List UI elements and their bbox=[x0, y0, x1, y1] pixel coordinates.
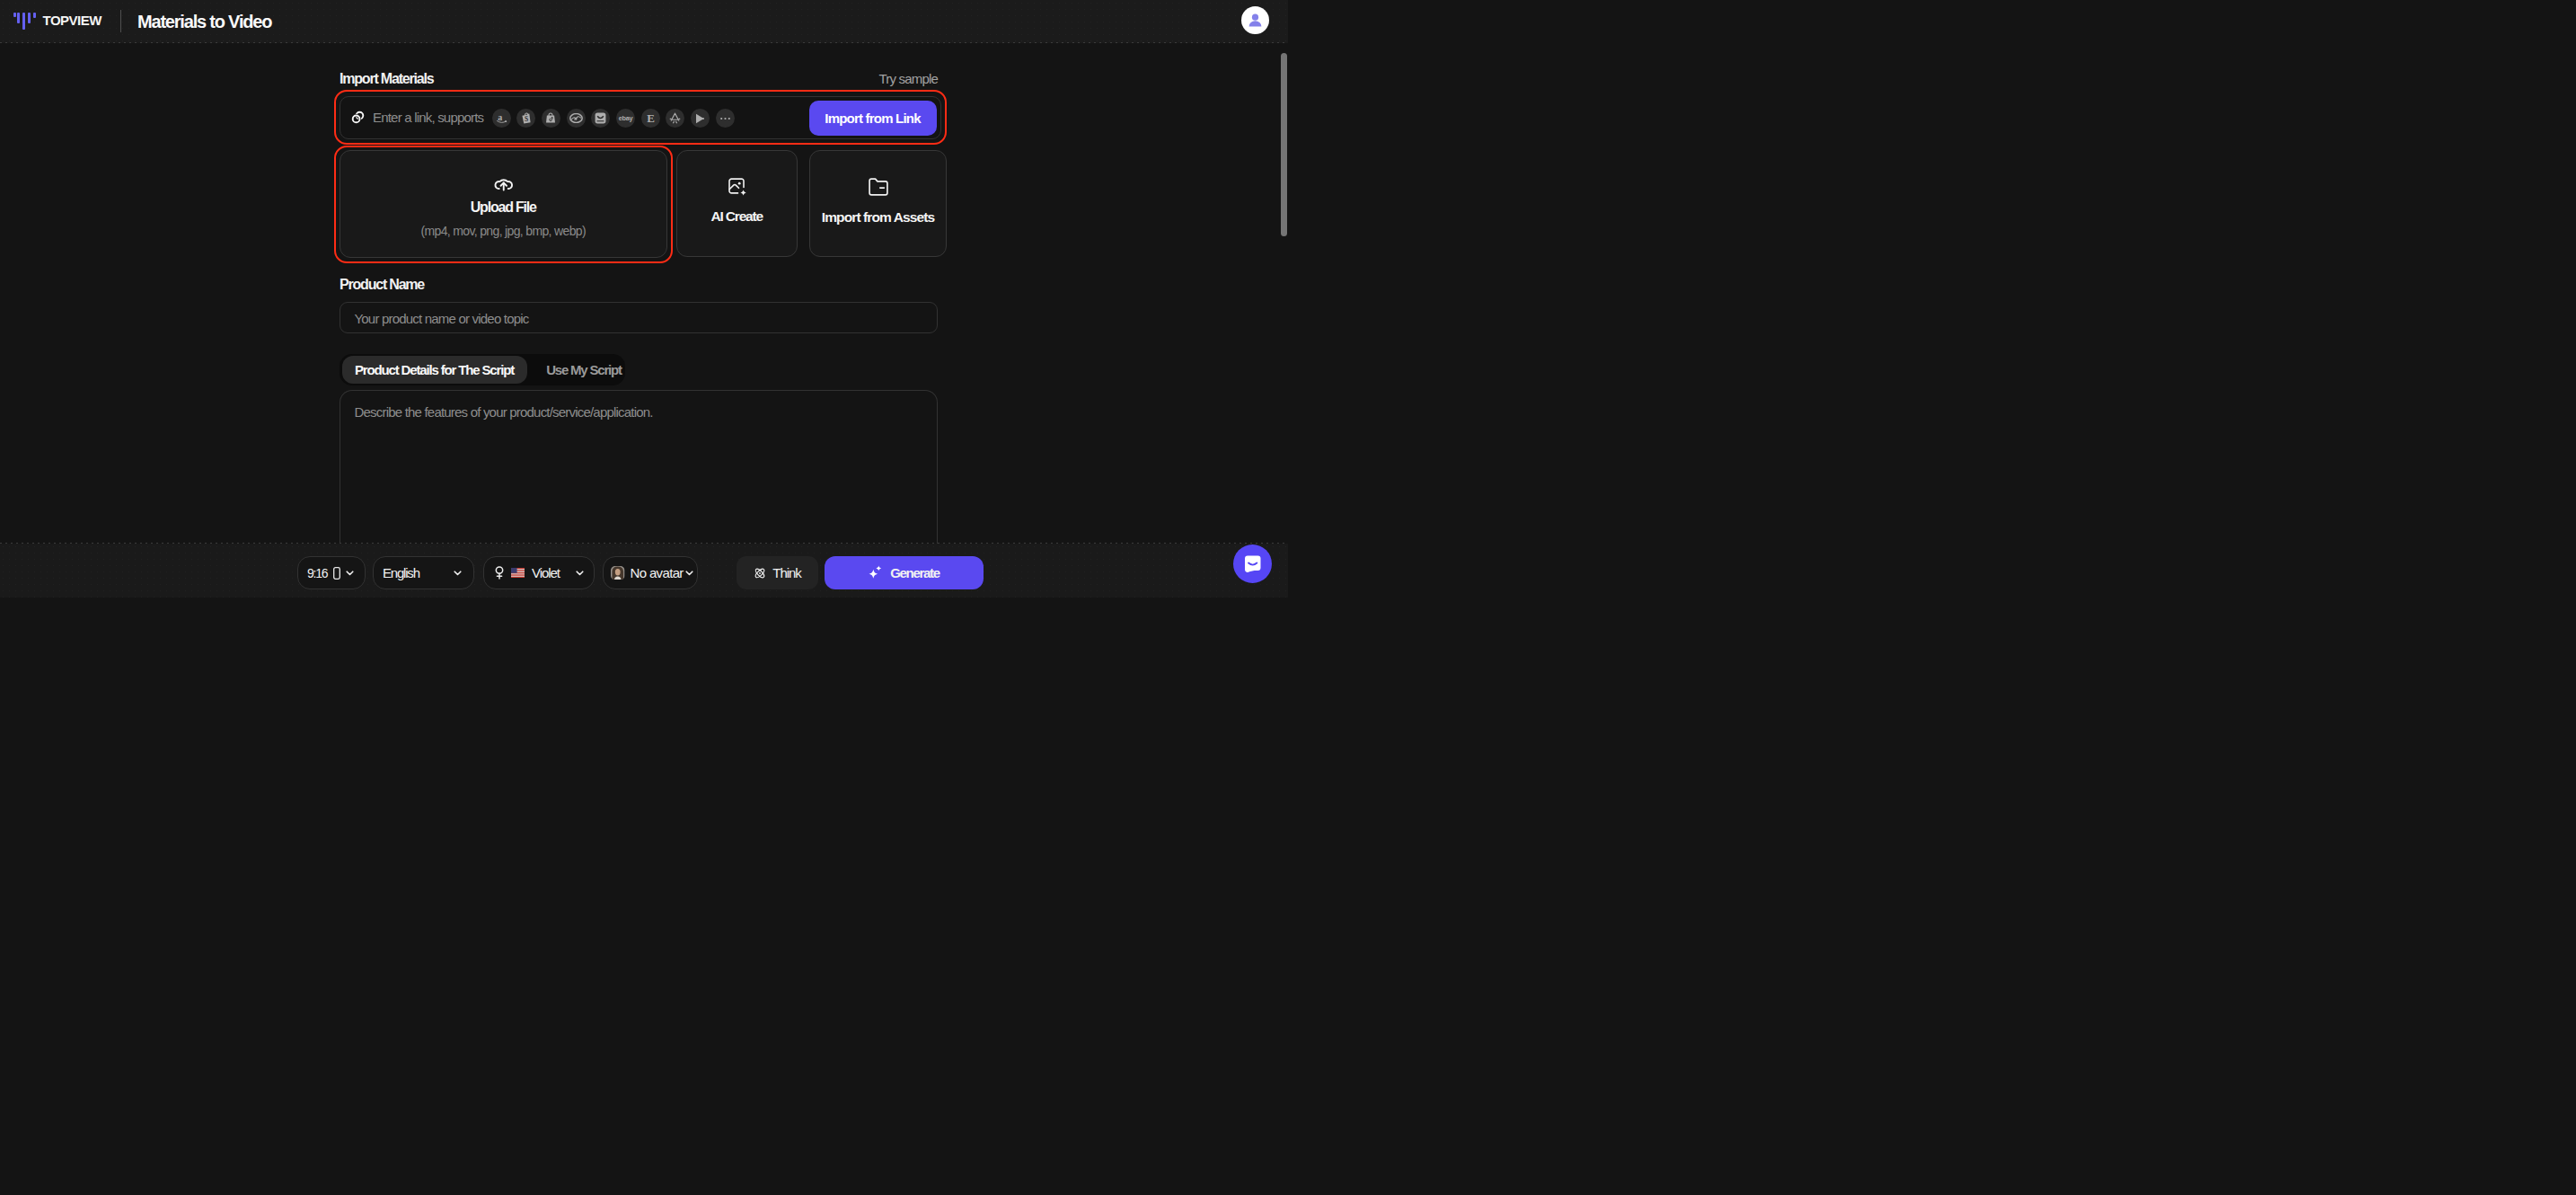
svg-text:a: a bbox=[498, 112, 502, 122]
